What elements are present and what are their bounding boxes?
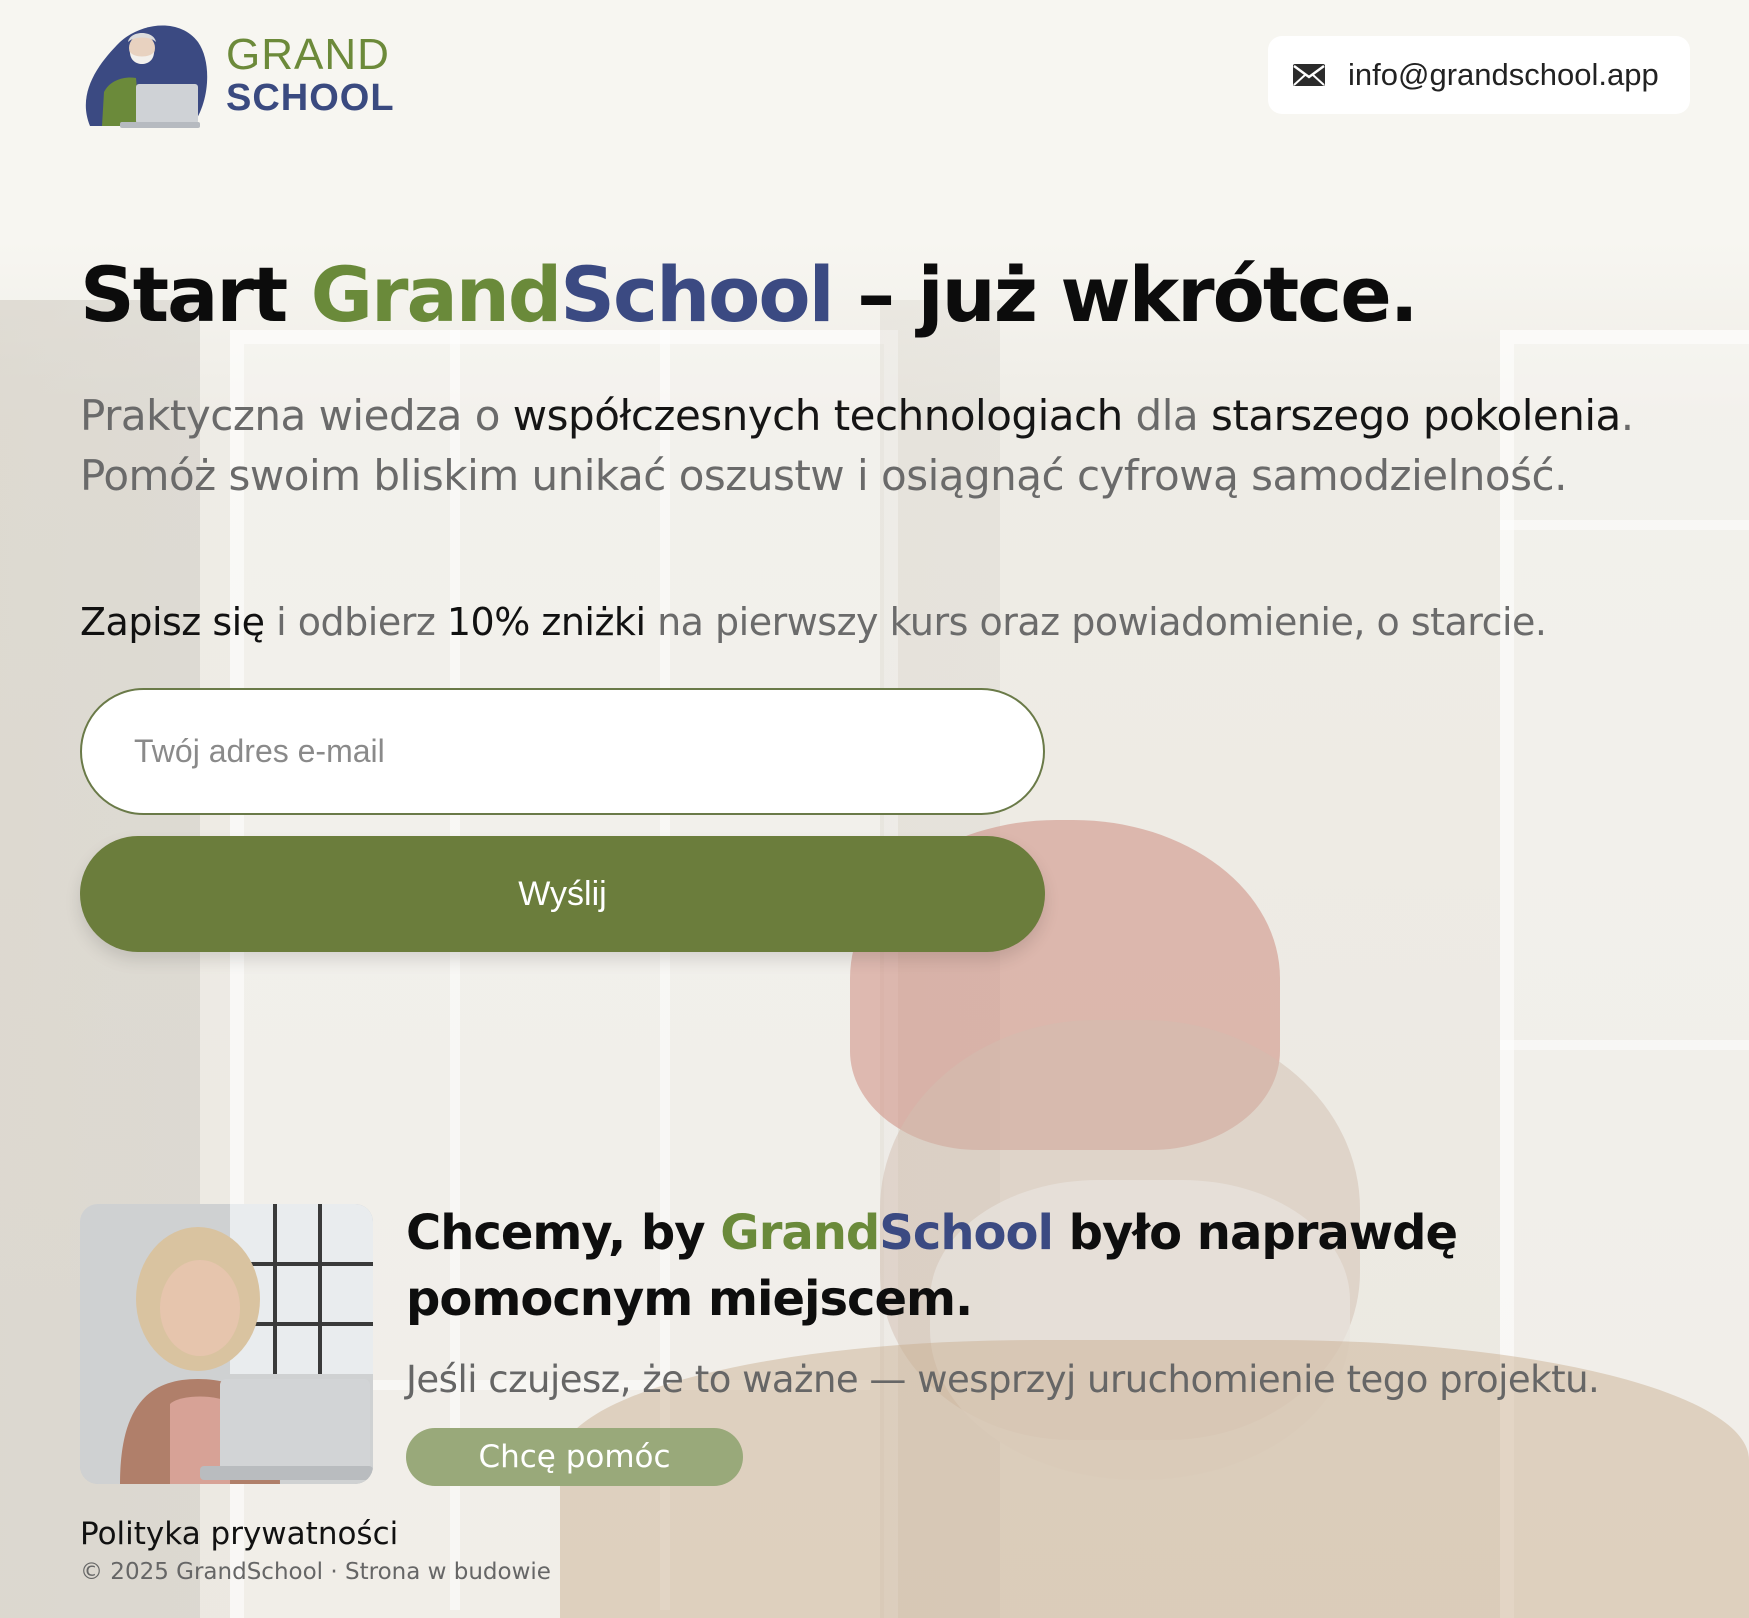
brand-school: School bbox=[879, 1205, 1054, 1261]
senior-woman-laptop-photo bbox=[80, 1204, 373, 1484]
signup-text: Zapisz się i odbierz 10% zniżki na pierw… bbox=[80, 600, 1547, 644]
support-heading: Chcemy, by GrandSchool było naprawdę pom… bbox=[406, 1205, 1458, 1327]
grandpa-laptop-logo-icon bbox=[80, 22, 210, 128]
submit-button[interactable]: Wyślij bbox=[80, 836, 1045, 952]
brand-school: School bbox=[560, 250, 834, 339]
help-button[interactable]: Chcę pomóc bbox=[406, 1428, 743, 1486]
privacy-policy-link[interactable]: Polityka prywatności bbox=[80, 1516, 398, 1552]
site-logo[interactable]: GRAND SCHOOL bbox=[80, 22, 395, 128]
copyright-text: © 2025 GrandSchool · Strona w budowie bbox=[80, 1559, 551, 1585]
contact-email-button[interactable]: info@grandschool.app bbox=[1268, 36, 1690, 114]
support-subtitle: Jeśli czujesz, że to ważne — wesprzyj ur… bbox=[406, 1358, 1600, 1401]
email-field[interactable] bbox=[80, 688, 1045, 815]
page-title: Start GrandSchool – już wkrótce. bbox=[80, 250, 1419, 339]
logo-word-grand: GRAND bbox=[226, 30, 390, 79]
mail-icon bbox=[1293, 64, 1325, 86]
brand-grand: Grand bbox=[720, 1205, 880, 1261]
hero-subtitle: Praktyczna wiedza o współczesnych techno… bbox=[80, 391, 1634, 500]
brand-grand: Grand bbox=[310, 250, 563, 339]
contact-email-text: info@grandschool.app bbox=[1348, 57, 1659, 92]
logo-word-school: SCHOOL bbox=[226, 77, 395, 119]
